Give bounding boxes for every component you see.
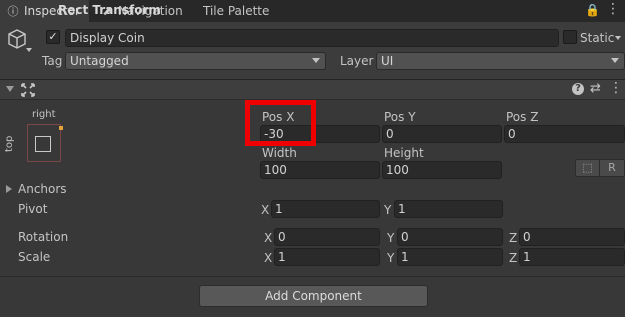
static-checkbox[interactable] [563, 30, 577, 44]
chevron-down-icon [611, 58, 619, 63]
anchors-label[interactable]: Anchors [18, 182, 67, 196]
active-checkbox[interactable]: ✓ [46, 30, 60, 44]
preset-icon[interactable]: ⇄ [590, 81, 601, 96]
pivot-x-axis-label: X [261, 203, 270, 217]
gameobject-name-field[interactable]: Display Coin [65, 29, 559, 47]
width-label: Width [262, 146, 297, 160]
layer-label: Layer [340, 54, 374, 68]
pos-y-label: Pos Y [384, 110, 416, 124]
blueprint-mode-button[interactable]: ⬚ [575, 159, 600, 177]
scale-label: Scale [18, 250, 51, 264]
tab-tile-palette[interactable]: Tile Palette [203, 0, 269, 22]
layer-value: UI [381, 54, 394, 68]
scale-y-field[interactable]: 1 [397, 248, 503, 266]
height-label: Height [384, 146, 424, 160]
tag-value: Untagged [70, 54, 129, 68]
tag-dropdown[interactable]: Untagged [65, 52, 326, 70]
kebab-menu-icon[interactable]: ⋮ [606, 1, 620, 17]
lock-icon[interactable]: 🔒 [585, 3, 600, 17]
foldout-arrow-icon[interactable] [6, 86, 14, 92]
rotation-label: Rotation [18, 230, 69, 244]
static-dropdown-caret[interactable] [615, 36, 621, 40]
annotation-highlight-box [245, 100, 316, 146]
anchor-preset-vertical-label: top [4, 135, 15, 152]
anchor-preset-horizontal-label: right [32, 109, 56, 120]
static-label: Static [580, 31, 615, 45]
width-field[interactable]: 100 [260, 161, 380, 179]
help-icon[interactable]: ? [572, 83, 584, 95]
rect-transform-icon [21, 83, 35, 97]
pos-z-field[interactable]: 0 [504, 125, 625, 143]
scale-y-axis-label: Y [387, 251, 395, 265]
height-field[interactable]: 100 [382, 161, 502, 179]
raw-edit-button[interactable]: R [599, 159, 625, 177]
gameobject-cube-icon [8, 29, 26, 49]
pivot-x-field[interactable]: 1 [271, 200, 380, 218]
rotation-x-axis-label: X [264, 231, 273, 245]
component-menu-icon[interactable]: ⋮ [609, 80, 623, 96]
info-icon: ⓘ [7, 5, 19, 18]
rotation-x-field[interactable]: 0 [274, 228, 380, 246]
rotation-y-field[interactable]: 0 [397, 228, 503, 246]
anchors-foldout-arrow-icon[interactable] [6, 185, 12, 193]
pos-y-field[interactable]: 0 [382, 125, 502, 143]
scale-z-axis-label: Z [509, 251, 518, 265]
rotation-z-axis-label: Z [509, 231, 518, 245]
pos-z-label: Pos Z [506, 110, 539, 124]
component-header[interactable] [0, 80, 625, 100]
icon-dropdown-caret[interactable] [26, 48, 32, 52]
scale-z-field[interactable]: 1 [519, 248, 625, 266]
scale-x-axis-label: X [264, 251, 273, 265]
chevron-down-icon [312, 58, 320, 63]
rotation-y-axis-label: Y [387, 231, 395, 245]
pivot-y-field[interactable]: 1 [394, 200, 503, 218]
rotation-z-field[interactable]: 0 [519, 228, 625, 246]
pivot-y-axis-label: Y [384, 203, 392, 217]
divider [0, 276, 625, 277]
add-component-button[interactable]: Add Component [199, 285, 428, 307]
tab-tile-palette-label: Tile Palette [203, 4, 270, 18]
tag-label: Tag [42, 54, 63, 68]
component-title: Rect Transform [58, 3, 161, 17]
anchor-point-icon [59, 126, 63, 130]
anchor-preset-rect-icon [35, 136, 51, 152]
layer-dropdown[interactable]: UI [376, 52, 625, 70]
scale-x-field[interactable]: 1 [274, 248, 380, 266]
pivot-label: Pivot [18, 202, 48, 216]
